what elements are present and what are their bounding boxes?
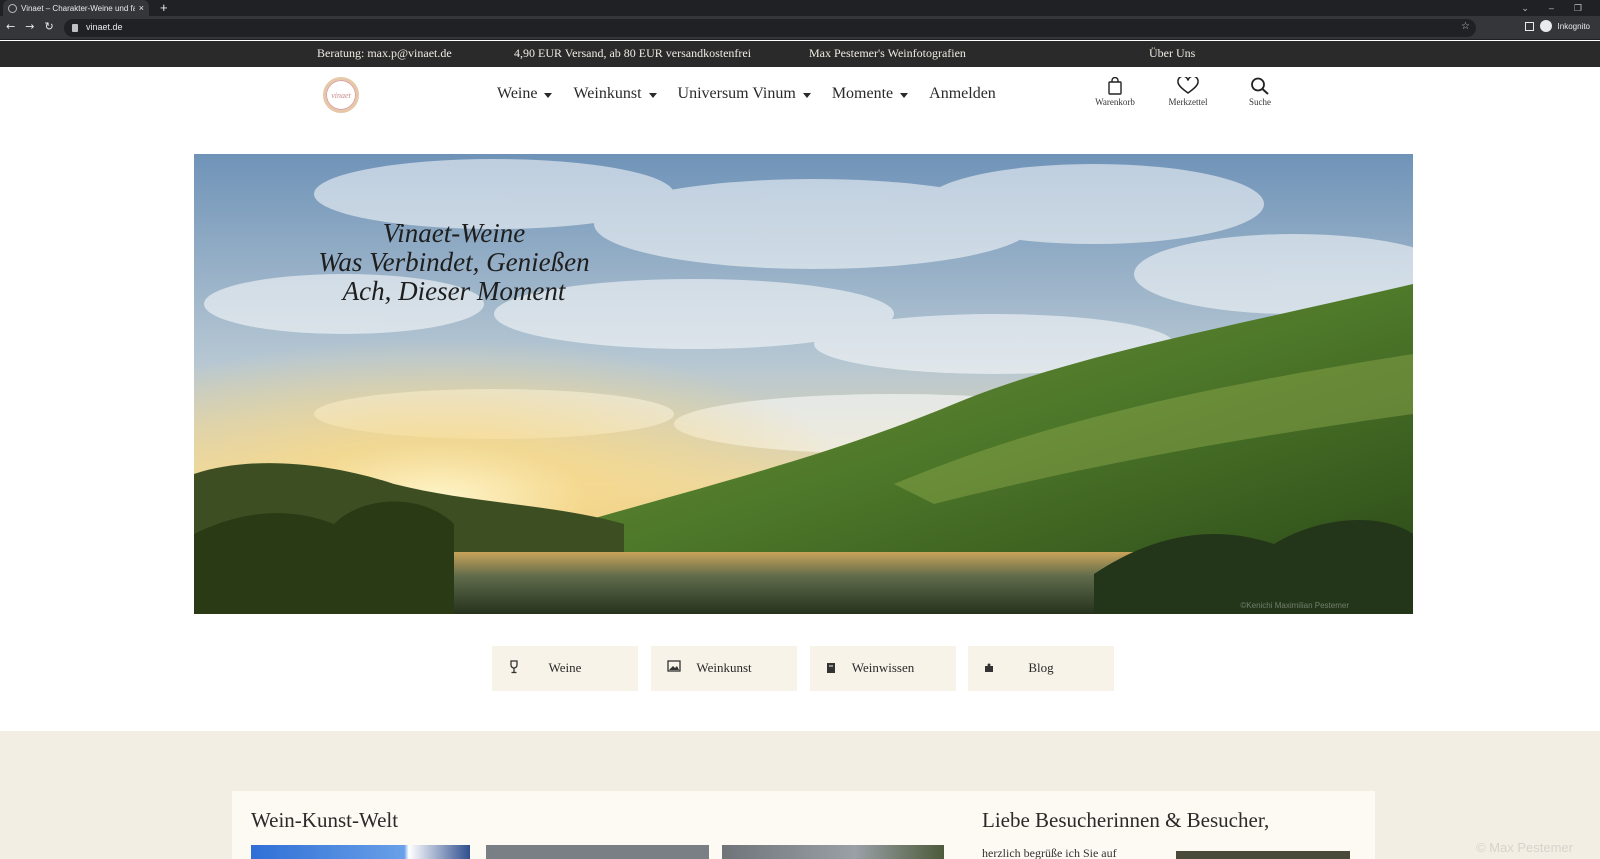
back-icon[interactable]: ← bbox=[6, 20, 15, 33]
url-text: vinaet.de bbox=[86, 22, 123, 32]
incognito-label[interactable]: Inkognito bbox=[1558, 22, 1590, 31]
forward-icon[interactable]: → bbox=[25, 20, 34, 33]
nav-label: Momente bbox=[831, 85, 894, 102]
nav-label: Anmelden bbox=[929, 85, 996, 102]
nav-item-weine[interactable]: Weine bbox=[497, 85, 553, 103]
url-input[interactable]: vinaet.de ☆ bbox=[64, 19, 1476, 37]
search-button[interactable]: Suche bbox=[1225, 77, 1295, 107]
gallery-thumbnail[interactable] bbox=[251, 845, 470, 859]
tab-favicon-icon bbox=[8, 3, 17, 13]
hero-line-3: Ach, Dieser Moment bbox=[342, 276, 566, 306]
nav-label: Weine bbox=[497, 85, 538, 102]
nav-label: Universum Vinum bbox=[677, 85, 796, 102]
hero-line-2: Was Verbindet, Genießen bbox=[318, 247, 590, 277]
category-label: Weinwissen bbox=[851, 660, 915, 675]
nav-item-momente[interactable]: Momente bbox=[831, 85, 909, 103]
welcome-text: herzlich begrüße ich Sie auf bbox=[982, 846, 1117, 859]
category-label: Blog bbox=[1028, 660, 1054, 675]
category-button-weine[interactable]: Weine bbox=[492, 646, 638, 691]
cart-button[interactable]: Warenkorb bbox=[1080, 77, 1150, 107]
caret-down-icon bbox=[648, 92, 657, 98]
caret-down-icon bbox=[544, 92, 553, 98]
new-tab-button[interactable]: + bbox=[160, 0, 168, 16]
image-credit: ©Kenichi Maximilian Pestemer bbox=[1240, 601, 1349, 610]
caret-down-icon bbox=[802, 92, 811, 98]
caret-down-icon bbox=[900, 92, 909, 98]
hero-banner[interactable]: Vinaet-Weine Was Verbindet, Genießen Ach… bbox=[194, 154, 1413, 614]
category-label: Weinkunst bbox=[696, 660, 752, 675]
category-label: Weine bbox=[548, 660, 582, 675]
browser-tab[interactable]: Vinaet – Charakter-Weine und fa × bbox=[3, 0, 149, 16]
gallery-thumbnail[interactable] bbox=[722, 845, 944, 859]
minimize-icon[interactable]: – bbox=[1549, 3, 1554, 13]
shipping-info: 4,90 EUR Versand, ab 80 EUR versandkoste… bbox=[514, 46, 752, 60]
browser-tab-strip: Vinaet – Charakter-Weine und fa × + ⌄ – … bbox=[0, 0, 1600, 16]
browser-address-bar: ← → ↻ vinaet.de ☆ Inkognito bbox=[0, 16, 1600, 40]
photos-link[interactable]: Max Pestemer's Weinfotografien bbox=[809, 46, 966, 61]
hero-line-1: Vinaet-Weine bbox=[382, 218, 526, 248]
search-icon bbox=[1251, 77, 1269, 95]
header-icons: Warenkorb Merkzettel Suche bbox=[1080, 77, 1300, 117]
nav-item-anmelden[interactable]: Anmelden bbox=[929, 85, 996, 103]
category-button-weinwissen[interactable]: Weinwissen bbox=[810, 646, 956, 691]
tab-close-icon[interactable]: × bbox=[139, 3, 144, 13]
page-watermark: © Max Pestemer bbox=[1476, 840, 1573, 855]
category-button-blog[interactable]: Blog bbox=[968, 646, 1114, 691]
logo-text: vinaet bbox=[331, 90, 351, 100]
reload-icon[interactable]: ↻ bbox=[44, 20, 53, 33]
gallery-thumbnail[interactable] bbox=[486, 845, 709, 859]
search-label: Suche bbox=[1249, 97, 1271, 107]
about-link[interactable]: Über Uns bbox=[1149, 46, 1195, 61]
hero-headline: Vinaet-Weine Was Verbindet, Genießen Ach… bbox=[294, 219, 614, 306]
tab-title: Vinaet – Charakter-Weine und fa bbox=[21, 3, 135, 13]
incognito-icon bbox=[1539, 20, 1552, 32]
welcome-title: Liebe Besucherinnen & Besucher, bbox=[982, 808, 1270, 832]
lock-icon bbox=[72, 24, 78, 32]
nav-item-universum-vinum[interactable]: Universum Vinum bbox=[678, 85, 811, 103]
restore-icon[interactable]: ❐ bbox=[1574, 3, 1582, 14]
tab-search-icon[interactable]: ⌄ bbox=[1521, 3, 1529, 14]
consult-link[interactable]: Beratung: max.p@vinaet.de bbox=[317, 46, 452, 61]
site-logo[interactable]: vinaet bbox=[323, 77, 359, 113]
wishlist-button[interactable]: Merkzettel bbox=[1153, 77, 1223, 107]
cart-label: Warenkorb bbox=[1095, 97, 1135, 107]
window-controls: ⌄ – ❐ bbox=[1521, 0, 1600, 16]
heart-icon bbox=[1177, 77, 1199, 94]
wishlist-label: Merkzettel bbox=[1168, 97, 1208, 107]
site-info-bar: Beratung: max.p@vinaet.de 4,90 EUR Versa… bbox=[0, 41, 1600, 67]
bookmark-star-icon[interactable]: ☆ bbox=[1461, 21, 1470, 32]
shopping-bag-icon bbox=[1108, 77, 1122, 95]
category-button-weinkunst[interactable]: Weinkunst bbox=[651, 646, 797, 691]
section-title-wein-kunst-welt: Wein-Kunst-Welt bbox=[251, 808, 399, 832]
main-nav: Weine Weinkunst Universum Vinum Momente … bbox=[497, 85, 996, 103]
nav-label: Weinkunst bbox=[573, 85, 642, 102]
welcome-image bbox=[1176, 851, 1350, 859]
nav-item-weinkunst[interactable]: Weinkunst bbox=[573, 85, 657, 103]
side-panel-icon[interactable] bbox=[1524, 21, 1534, 31]
